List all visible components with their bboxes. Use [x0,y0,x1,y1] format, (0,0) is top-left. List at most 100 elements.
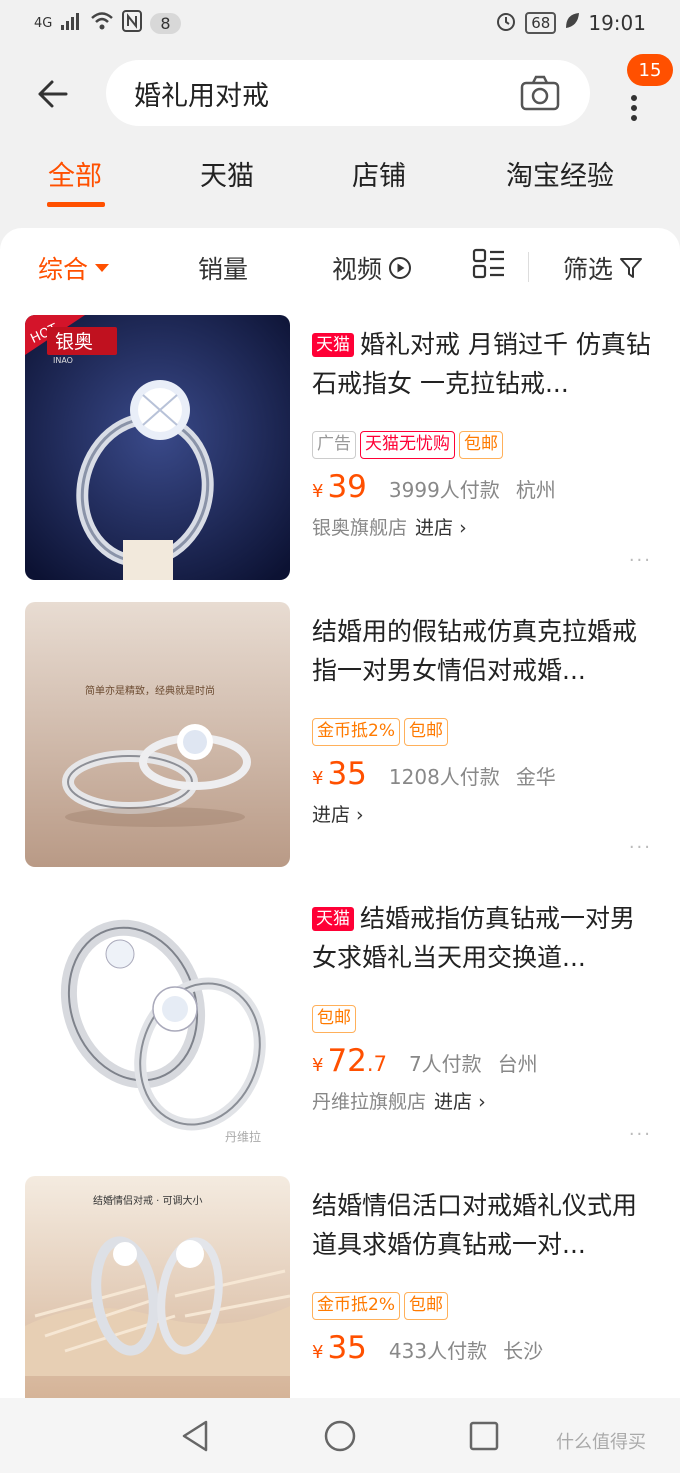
product-title-text: 结婚戒指仿真钻戒一对男女求婚礼当天用交换道... [312,904,636,972]
sort-bar: 综合 销量 视频 筛选 [0,228,680,306]
sales-count: 1208人付款 [388,765,500,789]
price-integer: 39 [327,469,367,505]
back-arrow-icon [38,80,68,108]
price-row: ¥ 72.7 7人付款 台州 [312,1043,652,1085]
enter-shop-label: 进店 [415,517,454,539]
product-title-text: 结婚用的假钻戒仿真克拉婚戒指一对男女情侣对戒婚... [312,617,638,685]
enter-shop-link[interactable]: 进店 › [312,800,364,827]
message-count-badge: 15 [627,54,673,86]
sort-comprehensive[interactable]: 综合 [38,250,110,286]
product-image[interactable]: 简单亦是精致，经典就是时尚 [25,602,290,867]
product-title[interactable]: 结婚用的假钻戒仿真克拉婚戒指一对男女情侣对戒婚... [312,612,652,690]
filter-button[interactable]: 筛选 [563,250,643,286]
tmall-worry-free-tag: 天猫无忧购 [360,431,455,459]
currency-symbol: ¥ [312,1055,324,1076]
layout-toggle-button[interactable] [472,248,506,280]
signal-icon [60,11,82,36]
currency-symbol: ¥ [312,768,324,789]
clock-time: 19:01 [588,11,646,35]
triangle-back-icon [182,1420,208,1452]
play-circle-icon [389,257,412,279]
product-title-text: 结婚情侣活口对戒婚礼仪式用道具求婚仿真钻戒一对... [312,1191,638,1259]
price-decimal: .7 [366,1052,387,1076]
shop-name: 银奥旗舰店 [312,517,408,539]
sort-comprehensive-label: 综合 [38,255,89,284]
circle-home-icon [324,1420,356,1452]
tmall-tag: 天猫 [312,333,354,357]
product-image[interactable]: 丹维拉 [25,889,290,1154]
square-recents-icon [469,1421,499,1451]
product-image[interactable]: HOT 银奥 INAO [25,315,290,580]
tab-all[interactable]: 全部 [48,154,102,193]
product-title[interactable]: 结婚情侣活口对戒婚礼仪式用道具求婚仿真钻戒一对... [312,1186,652,1264]
coin-discount-tag: 金币抵2% [312,1292,400,1320]
more-options-icon[interactable]: ··· [629,550,652,571]
image-caption: 简单亦是精致，经典就是时尚 [85,684,215,697]
wifi-icon [90,11,114,36]
product-info: 天猫 结婚戒指仿真钻戒一对男女求婚礼当天用交换道... 包邮 ¥ 72.7 7人付… [312,899,652,1114]
ad-tag: 广告 [312,431,356,459]
product-item[interactable]: 丹维拉 天猫 结婚戒指仿真钻戒一对男女求婚礼当天用交换道... 包邮 ¥ 72.7… [0,889,680,1159]
back-button[interactable] [32,74,72,114]
nav-home-button[interactable] [322,1418,358,1454]
product-info: 结婚情侣活口对戒婚礼仪式用道具求婚仿真钻戒一对... 金币抵2% 包邮 ¥ 35… [312,1186,652,1372]
brand-watermark: 丹维拉 [225,1129,261,1144]
caret-down-icon [95,264,110,272]
price-integer: 35 [327,756,367,792]
more-options-icon[interactable]: ··· [629,837,652,858]
enter-shop-label: 进店 [434,1091,473,1113]
product-price: 35 [327,1330,366,1366]
ring-image-1: HOT 银奥 INAO [25,315,290,580]
sales-count: 3999人付款 [388,478,500,502]
more-options-icon[interactable]: ··· [629,1124,652,1145]
search-query-text: 婚礼用对戒 [134,80,269,112]
funnel-icon [620,258,643,278]
ring-image-2: 简单亦是精致，经典就是时尚 [25,602,290,867]
tab-taobao-experience[interactable]: 淘宝经验 [506,154,614,193]
camera-icon [520,75,560,111]
product-title[interactable]: 天猫 结婚戒指仿真钻戒一对男女求婚礼当天用交换道... [312,899,652,977]
product-tags: 包邮 [312,1005,652,1033]
sort-video[interactable]: 视频 [332,250,412,286]
tab-shops[interactable]: 店铺 [352,154,406,193]
nav-back-button[interactable] [178,1418,214,1454]
product-item[interactable]: 结婚情侣对戒 · 可调大小 结婚情侣活口对戒婚礼仪式用道具求婚仿真钻戒一对...… [0,1176,680,1398]
search-header: 婚礼用对戒 15 [0,54,680,134]
product-title[interactable]: 天猫 婚礼对戒 月销过千 仿真钻石戒指女 一克拉钻戒... [312,325,652,403]
product-item[interactable]: 简单亦是精致，经典就是时尚 结婚用的假钻戒仿真克拉婚戒指一对男女情侣对戒婚...… [0,602,680,872]
product-image[interactable]: 结婚情侣对戒 · 可调大小 [25,1176,290,1398]
ring-image-4: 结婚情侣对戒 · 可调大小 [25,1176,290,1398]
results-panel: 综合 销量 视频 筛选 HOT 银奥 INAO 天猫 婚礼对戒 月销过千 仿真钻… [0,228,680,1398]
coin-discount-tag: 金币抵2% [312,718,400,746]
product-price: 35 [327,756,366,792]
status-right: 68 19:01 [495,10,646,37]
product-price: 39 [327,469,366,505]
sort-sales[interactable]: 销量 [198,250,248,286]
sort-sales-label: 销量 [198,255,249,284]
ring-image-3: 丹维拉 [25,889,290,1154]
tmall-tag: 天猫 [312,907,354,931]
currency-symbol: ¥ [312,1342,324,1363]
product-price: 72.7 [327,1043,387,1079]
price-integer: 35 [327,1330,367,1366]
product-info: 结婚用的假钻戒仿真克拉婚戒指一对男女情侣对戒婚... 金币抵2% 包邮 ¥ 35… [312,612,652,827]
brand-logo-en: INAO [53,356,73,365]
search-input[interactable]: 婚礼用对戒 [106,60,590,126]
tab-tmall[interactable]: 天猫 [200,154,254,193]
filter-label: 筛选 [563,255,614,284]
free-shipping-tag: 包邮 [403,718,448,746]
nav-recents-button[interactable] [466,1418,502,1454]
price-integer: 72 [327,1043,367,1079]
shop-row: 银奥旗舰店 进店 › [312,513,652,540]
sales-count: 433人付款 [388,1339,488,1363]
location: 杭州 [515,478,556,502]
image-caption: 结婚情侣对戒 · 可调大小 [93,1194,203,1207]
product-item[interactable]: HOT 银奥 INAO 天猫 婚礼对戒 月销过千 仿真钻石戒指女 一克拉钻戒...… [0,315,680,585]
product-tags: 金币抵2% 包邮 [312,1292,652,1320]
camera-search-button[interactable] [520,75,560,111]
enter-shop-link[interactable]: 进店 › [434,1087,486,1114]
free-shipping-tag: 包邮 [312,1005,356,1033]
enter-shop-link[interactable]: 进店 › [415,513,467,540]
network-type: 4G [34,15,53,31]
location: 长沙 [503,1339,544,1363]
